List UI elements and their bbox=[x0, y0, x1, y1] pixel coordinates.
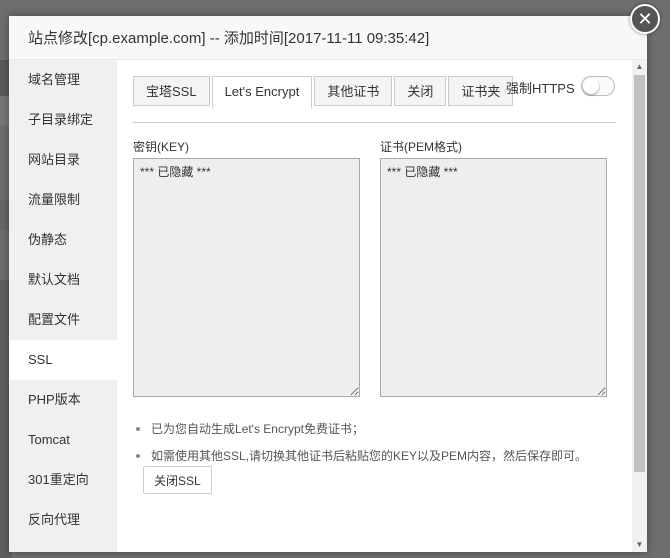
key-textarea[interactable]: *** 已隐藏 *** bbox=[133, 158, 360, 397]
toggle-knob bbox=[583, 78, 599, 94]
sidebar-item-rewrite[interactable]: 伪静态 bbox=[9, 220, 117, 260]
sidebar-menu: 域名管理 子目录绑定 网站目录 流量限制 伪静态 默认文档 配置文件 SSL P… bbox=[9, 60, 117, 552]
scroll-thumb[interactable] bbox=[634, 75, 645, 472]
sidebar-item-subdir[interactable]: 子目录绑定 bbox=[9, 100, 117, 140]
ssl-content-panel: 宝塔SSL Let's Encrypt 其他证书 关闭 证书夹 强制HTTPS … bbox=[117, 60, 632, 552]
sidebar-item-site-dir[interactable]: 网站目录 bbox=[9, 140, 117, 180]
sidebar-item-default-doc[interactable]: 默认文档 bbox=[9, 260, 117, 300]
dialog-title: 站点修改[cp.example.com] -- 添加时间[2017-11-11 … bbox=[28, 30, 430, 47]
sidebar-item-reverse-proxy[interactable]: 反向代理 bbox=[9, 500, 117, 540]
tab-cert-folder[interactable]: 证书夹 bbox=[448, 76, 514, 106]
tab-lets-encrypt[interactable]: Let's Encrypt bbox=[211, 76, 313, 109]
sidebar-item-config-file[interactable]: 配置文件 bbox=[9, 300, 117, 340]
tab-other-cert[interactable]: 其他证书 bbox=[314, 76, 393, 106]
dialog-title-bar: 站点修改[cp.example.com] -- 添加时间[2017-11-11 … bbox=[9, 16, 647, 60]
site-edit-dialog: 站点修改[cp.example.com] -- 添加时间[2017-11-11 … bbox=[9, 16, 647, 552]
tabs-divider bbox=[133, 122, 616, 123]
sidebar-item-301-redirect[interactable]: 301重定向 bbox=[9, 460, 117, 500]
close-ssl-button[interactable]: 关闭SSL bbox=[143, 466, 212, 494]
content-scrollbar[interactable]: ▲ ▼ bbox=[632, 60, 647, 552]
sidebar-item-traffic-limit[interactable]: 流量限制 bbox=[9, 180, 117, 220]
cert-field-label: 证书(PEM格式) bbox=[380, 140, 462, 154]
cert-textarea[interactable]: *** 已隐藏 *** bbox=[380, 158, 607, 397]
close-dialog-icon[interactable]: ✕ bbox=[630, 4, 660, 34]
tab-baota-ssl[interactable]: 宝塔SSL bbox=[133, 76, 210, 106]
ssl-tabs: 宝塔SSL Let's Encrypt 其他证书 关闭 证书夹 bbox=[133, 76, 515, 109]
scroll-down-arrow-icon[interactable]: ▼ bbox=[632, 538, 647, 552]
sidebar-item-php-version[interactable]: PHP版本 bbox=[9, 380, 117, 420]
sidebar-item-ssl[interactable]: SSL bbox=[9, 340, 117, 380]
key-field-label: 密钥(KEY) bbox=[133, 140, 190, 154]
force-https-label: 强制HTTPS bbox=[506, 81, 575, 96]
note-item: 已为您自动生成Let's Encrypt免费证书； bbox=[133, 420, 587, 447]
sidebar-item-tomcat[interactable]: Tomcat bbox=[9, 420, 117, 460]
sidebar-item-domain[interactable]: 域名管理 bbox=[9, 60, 117, 100]
tab-close[interactable]: 关闭 bbox=[394, 76, 447, 106]
scroll-up-arrow-icon[interactable]: ▲ bbox=[632, 60, 647, 74]
force-https-toggle[interactable] bbox=[581, 76, 615, 96]
